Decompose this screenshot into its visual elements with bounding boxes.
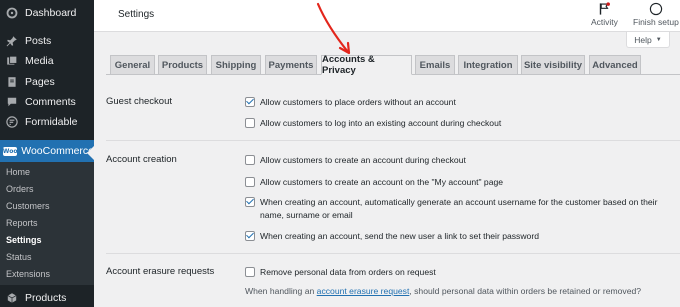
pin-icon xyxy=(2,33,22,49)
option-guest-orders[interactable]: Allow customers to place orders without … xyxy=(245,96,456,109)
sidebar-item-formidable[interactable]: Formidable xyxy=(0,114,94,130)
pages-icon xyxy=(2,74,22,90)
media-icon xyxy=(2,53,22,69)
option-text: Allow customers to create an account dur… xyxy=(260,155,466,165)
option-generate-username[interactable]: When creating an account, automatically … xyxy=(245,196,670,221)
option-send-password-link[interactable]: When creating an account, send the new u… xyxy=(245,230,539,243)
comments-icon xyxy=(2,94,22,110)
option-text: Allow customers to log into an existing … xyxy=(260,118,502,128)
option-create-checkout[interactable]: Allow customers to create an account dur… xyxy=(245,154,466,167)
tab-products[interactable]: Products xyxy=(158,55,207,75)
formidable-icon xyxy=(2,114,22,130)
sidebar-item-label: Comments xyxy=(25,96,76,108)
erasure-description: When handling an account erasure request… xyxy=(245,286,642,296)
tab-general[interactable]: General xyxy=(110,55,155,75)
option-text: Remove personal data from orders on requ… xyxy=(260,267,436,277)
tab-advanced[interactable]: Advanced xyxy=(589,55,641,75)
sidebar-item-products[interactable]: Products xyxy=(0,290,94,306)
option-create-my-account[interactable]: Allow customers to create an account on … xyxy=(245,176,503,189)
dashboard-icon xyxy=(2,5,22,21)
submenu-item-orders[interactable]: Orders xyxy=(6,184,34,194)
sidebar-item-label: Media xyxy=(25,55,54,67)
activity-button[interactable]: Activity xyxy=(591,2,618,27)
activity-label: Activity xyxy=(591,17,618,27)
woocommerce-submenu: Home Orders Customers Reports Settings S… xyxy=(0,162,94,285)
finish-setup-label: Finish setup xyxy=(633,17,679,27)
option-text: Allow customers to place orders without … xyxy=(260,97,456,107)
create-my-account-checkbox[interactable] xyxy=(245,177,255,187)
submenu-item-customers[interactable]: Customers xyxy=(6,201,50,211)
option-remove-personal-data[interactable]: Remove personal data from orders on requ… xyxy=(245,266,436,279)
tab-accounts-privacy[interactable]: Accounts & Privacy xyxy=(321,54,412,76)
products-icon xyxy=(2,290,22,306)
sidebar-item-label: Products xyxy=(25,292,67,304)
option-text: When creating an account, send the new u… xyxy=(260,231,539,241)
page-title: Settings xyxy=(118,9,155,20)
progress-circle-icon xyxy=(649,2,663,16)
sidebar-item-label: Pages xyxy=(25,76,55,88)
help-tab-button[interactable]: Help ▼ xyxy=(626,32,670,48)
sidebar-item-label: Formidable xyxy=(25,116,78,128)
submenu-item-status[interactable]: Status xyxy=(6,252,32,262)
finish-setup-button[interactable]: Finish setup xyxy=(633,2,679,27)
generate-username-checkbox[interactable] xyxy=(245,197,255,207)
woocommerce-icon: Woo xyxy=(2,146,18,156)
flag-icon xyxy=(600,2,611,15)
option-text: Allow customers to create an account on … xyxy=(260,177,504,187)
sidebar-item-pages[interactable]: Pages xyxy=(0,74,94,90)
section-divider xyxy=(106,140,680,141)
account-creation-label: Account creation xyxy=(106,154,177,165)
tab-emails[interactable]: Emails xyxy=(415,55,455,75)
create-checkout-checkbox[interactable] xyxy=(245,155,255,165)
sidebar-item-posts[interactable]: Posts xyxy=(0,33,94,49)
sidebar-item-woocommerce[interactable]: Woo WooCommerce xyxy=(0,140,94,162)
help-label: Help xyxy=(634,34,652,45)
tab-payments[interactable]: Payments xyxy=(265,55,317,75)
send-password-link-checkbox[interactable] xyxy=(245,231,255,241)
sidebar-item-comments[interactable]: Comments xyxy=(0,94,94,110)
current-menu-arrow xyxy=(87,146,94,160)
sidebar-item-label: Dashboard xyxy=(25,7,77,19)
erasure-request-link[interactable]: account erasure request xyxy=(317,286,410,296)
tab-site-visibility[interactable]: Site visibility xyxy=(521,55,585,75)
section-divider xyxy=(106,253,680,254)
submenu-item-reports[interactable]: Reports xyxy=(6,218,38,228)
admin-sidebar: Dashboard Posts Media Pages Comments For… xyxy=(0,0,94,307)
submenu-item-settings[interactable]: Settings xyxy=(6,235,42,245)
sidebar-item-dashboard[interactable]: Dashboard xyxy=(0,5,94,21)
sidebar-item-label: Posts xyxy=(25,35,52,47)
guest-orders-checkbox[interactable] xyxy=(245,97,255,107)
option-text: When creating an account, automatically … xyxy=(260,197,658,220)
sidebar-item-label: WooCommerce xyxy=(21,145,94,157)
login-checkout-checkbox[interactable] xyxy=(245,118,255,128)
submenu-item-extensions[interactable]: Extensions xyxy=(6,269,50,279)
chevron-down-icon: ▼ xyxy=(655,36,662,43)
tab-shipping[interactable]: Shipping xyxy=(211,55,261,75)
submenu-item-home[interactable]: Home xyxy=(6,167,30,177)
option-login-checkout[interactable]: Allow customers to log into an existing … xyxy=(245,117,501,130)
remove-personal-data-checkbox[interactable] xyxy=(245,267,255,277)
tab-integration[interactable]: Integration xyxy=(458,55,518,75)
page-header: Settings Activity Finish setup xyxy=(94,0,680,32)
guest-checkout-label: Guest checkout xyxy=(106,96,173,107)
erasure-requests-label: Account erasure requests xyxy=(106,266,215,277)
sidebar-item-media[interactable]: Media xyxy=(0,53,94,69)
